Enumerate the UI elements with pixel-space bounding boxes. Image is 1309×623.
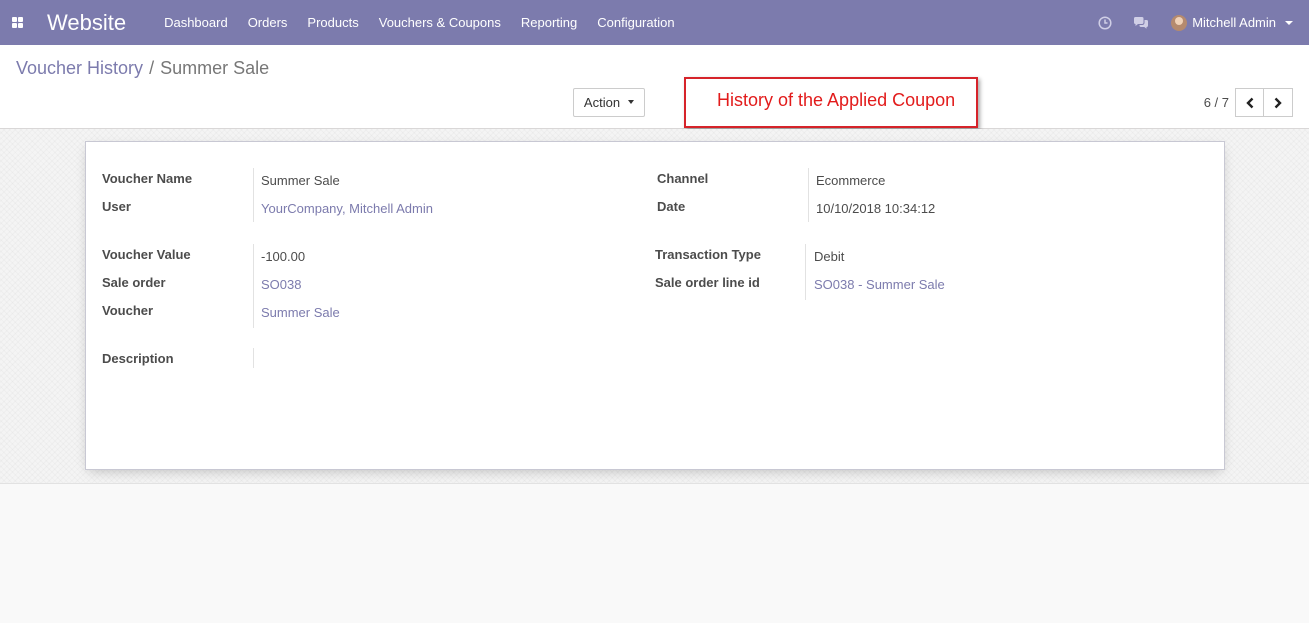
action-label: Action [583, 95, 621, 110]
chevron-left-icon [1245, 97, 1253, 108]
sale-order-label: Sale order [102, 275, 166, 290]
annotation-callout: History of the Applied Coupon [684, 77, 978, 128]
voucher-label: Voucher [102, 303, 154, 318]
caret-down-icon [628, 99, 635, 104]
form-sheet: Voucher Name Summer Sale User YourCompan… [85, 141, 1225, 470]
field-divider [253, 348, 254, 368]
field-divider [805, 244, 806, 300]
user-link[interactable]: YourCompany, Mitchell Admin [261, 201, 433, 216]
user-label: User [102, 199, 131, 214]
avatar [1171, 14, 1188, 31]
menu-item-reporting[interactable]: Reporting [511, 0, 587, 45]
field-divider [253, 168, 254, 222]
navbar-systray: Mitchell Admin [1087, 0, 1309, 45]
menu-item-orders[interactable]: Orders [238, 0, 298, 45]
pager-previous-button[interactable] [1235, 88, 1264, 117]
channel-value: Ecommerce [816, 173, 886, 188]
breadcrumb: Voucher History / Summer Sale [16, 58, 269, 79]
voucher-link[interactable]: Summer Sale [261, 305, 340, 320]
menu-item-vouchers-coupons[interactable]: Vouchers & Coupons [369, 0, 511, 45]
control-panel: Voucher History / Summer Sale Action His… [0, 45, 1309, 129]
transaction-type-label: Transaction Type [655, 247, 761, 262]
channel-label: Channel [657, 171, 709, 186]
voucher-value-label: Voucher Value [102, 247, 191, 262]
pager: 6 / 7 [1204, 88, 1293, 117]
date-label: Date [657, 199, 686, 214]
pager-next-button[interactable] [1264, 88, 1293, 117]
user-menu[interactable]: Mitchell Admin [1159, 14, 1309, 31]
menu-item-configuration[interactable]: Configuration [587, 0, 684, 45]
apps-grid-icon [11, 17, 23, 28]
user-name: Mitchell Admin [1192, 15, 1276, 30]
chat-icon[interactable] [1133, 15, 1149, 31]
voucher-name-label: Voucher Name [102, 171, 193, 186]
breadcrumb-separator: / [149, 58, 155, 78]
pager-value[interactable]: 6 / 7 [1204, 95, 1229, 110]
breadcrumb-current: Summer Sale [160, 58, 270, 78]
sale-order-link[interactable]: SO038 [261, 277, 301, 292]
description-label: Description [102, 351, 174, 366]
action-dropdown-button[interactable]: Action [573, 88, 645, 117]
chevron-down-icon [1285, 20, 1293, 25]
app-brand: Website [47, 9, 127, 35]
breadcrumb-voucher-history[interactable]: Voucher History [16, 58, 143, 79]
top-navbar: Website Dashboard Orders Products Vouche… [0, 0, 1309, 45]
main-menu: Dashboard Orders Products Vouchers & Cou… [154, 0, 685, 45]
transaction-type-value: Debit [814, 249, 845, 264]
field-divider [253, 244, 254, 328]
date-value: 10/10/2018 10:34:12 [816, 201, 936, 216]
clock-icon[interactable] [1097, 15, 1113, 31]
voucher-value: -100.00 [261, 249, 306, 264]
apps-menu-button[interactable] [0, 0, 34, 45]
field-divider [808, 168, 809, 222]
sale-order-line-link[interactable]: SO038 - Summer Sale [814, 277, 945, 292]
voucher-name-value: Summer Sale [261, 173, 340, 188]
sale-order-line-label: Sale order line id [655, 275, 760, 290]
form-view: Voucher Name Summer Sale User YourCompan… [0, 129, 1309, 484]
menu-item-dashboard[interactable]: Dashboard [154, 0, 238, 45]
menu-item-products[interactable]: Products [297, 0, 368, 45]
chevron-right-icon [1274, 97, 1282, 108]
